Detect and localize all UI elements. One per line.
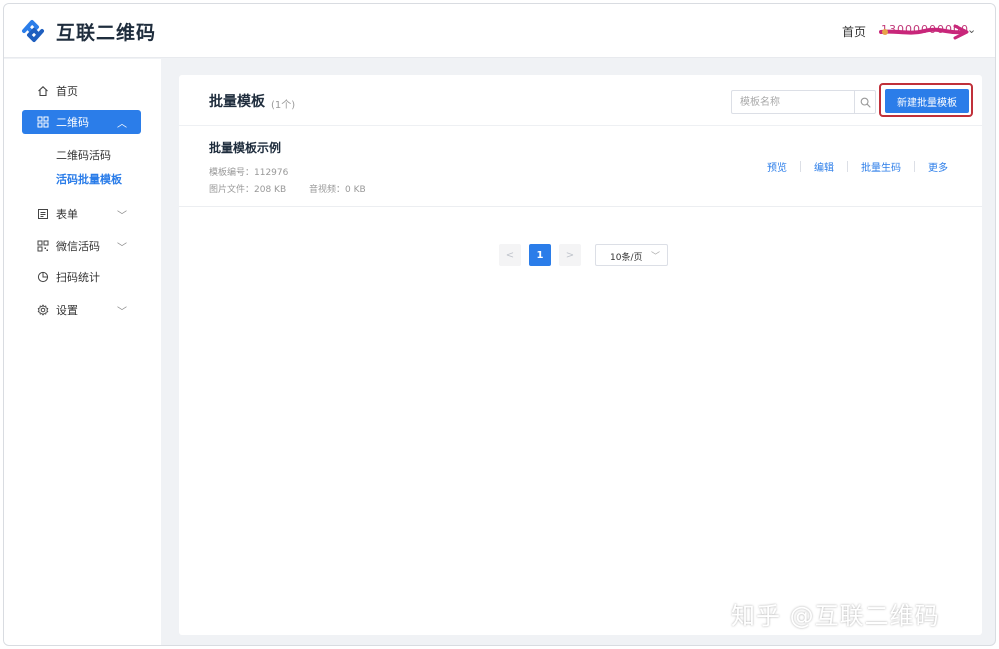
chevron-down-icon: ﹀ — [117, 307, 127, 318]
sidebar-item-label: 首页 — [56, 85, 78, 98]
next-page-button[interactable]: > — [559, 244, 581, 266]
template-name: 批量模板示例 — [209, 141, 282, 155]
pagination: < 1 > 10条/页 ﹀ — [499, 244, 668, 266]
divider — [914, 161, 915, 172]
sidebar-item-label: 表单 — [56, 208, 78, 221]
search-box — [731, 90, 876, 114]
chevron-down-icon: ﹀ — [117, 211, 127, 222]
search-icon — [860, 97, 871, 108]
chevron-down-icon: ﹀ — [650, 252, 660, 262]
template-name-search-input[interactable] — [732, 91, 854, 113]
chevron-up-icon: ︿ — [117, 119, 127, 130]
sidebar-subitem-batch-template[interactable]: 活码批量模板 — [56, 171, 122, 187]
user-menu[interactable]: 13000000000 ⌄ — [879, 23, 979, 40]
divider — [847, 161, 848, 172]
template-audio-size: 音视频：0 KB — [309, 185, 366, 195]
sidebar-item-label: 设置 — [56, 304, 78, 317]
chevron-down-icon: ﹀ — [117, 243, 127, 254]
page-size-select[interactable]: 10条/页 ﹀ — [595, 244, 668, 266]
watermark: 知乎 @互联二维码 — [731, 602, 940, 630]
page-number-current[interactable]: 1 — [529, 244, 551, 266]
sidebar-item-settings[interactable]: 设置 ﹀ — [22, 298, 141, 322]
preview-link[interactable]: 预览 — [767, 159, 787, 174]
template-count: (1个) — [271, 100, 296, 111]
prev-page-button[interactable]: < — [499, 244, 521, 266]
main-card: 批量模板 (1个) 新建批量模板 批量模板示例 模板编号：112976 图片文件… — [179, 75, 982, 635]
form-icon — [36, 207, 50, 221]
gear-icon — [36, 303, 50, 317]
sidebar-item-label: 二维码 — [56, 116, 89, 129]
template-row: 批量模板示例 模板编号：112976 图片文件：208 KB 音视频：0 KB … — [179, 126, 982, 207]
batch-generate-link[interactable]: 批量生码 — [861, 159, 901, 174]
divider — [800, 161, 801, 172]
grid-icon — [36, 115, 50, 129]
nav-home-link[interactable]: 首页 — [842, 23, 866, 40]
brand-logo-icon — [22, 20, 44, 42]
sidebar: 首页 二维码 ︿ 二维码活码 活码批量模板 表单 ﹀ 微信活码 ﹀ 扫码统计 设… — [4, 59, 161, 645]
template-id: 模板编号：112976 — [209, 168, 289, 178]
user-account-name: 13000000000 — [881, 23, 969, 36]
edit-link[interactable]: 编辑 — [814, 159, 834, 174]
home-icon — [36, 84, 50, 98]
pie-chart-icon — [36, 270, 50, 284]
sidebar-item-scan-stats[interactable]: 扫码统计 — [22, 265, 141, 289]
sidebar-item-forms[interactable]: 表单 ﹀ — [22, 202, 141, 226]
sidebar-subitem-dynamic-qrcode[interactable]: 二维码活码 — [56, 147, 111, 163]
search-button[interactable] — [854, 91, 876, 113]
template-actions: 预览 编辑 批量生码 更多 — [767, 159, 948, 174]
brand-name: 互联二维码 — [56, 22, 157, 44]
sidebar-item-label: 扫码统计 — [56, 271, 100, 284]
sidebar-item-home[interactable]: 首页 — [22, 79, 141, 103]
template-image-size: 图片文件：208 KB — [209, 185, 287, 195]
new-batch-template-button[interactable]: 新建批量模板 — [885, 89, 969, 113]
page-title: 批量模板 — [209, 94, 265, 110]
sidebar-item-wechat-qrcode[interactable]: 微信活码 ﹀ — [22, 234, 141, 258]
app-window: 互联二维码 首页 13000000000 ⌄ 首页 二维码 ︿ 二维码活码 活码… — [3, 3, 996, 646]
sidebar-item-qrcode[interactable]: 二维码 ︿ — [22, 110, 141, 134]
chevron-down-icon: ⌄ — [967, 23, 977, 36]
page-size-label: 10条/页 — [610, 253, 643, 263]
sidebar-item-label: 微信活码 — [56, 240, 100, 253]
qrcode-icon — [36, 239, 50, 253]
top-header: 互联二维码 首页 13000000000 ⌄ — [4, 4, 995, 58]
more-link[interactable]: 更多 — [928, 159, 948, 174]
